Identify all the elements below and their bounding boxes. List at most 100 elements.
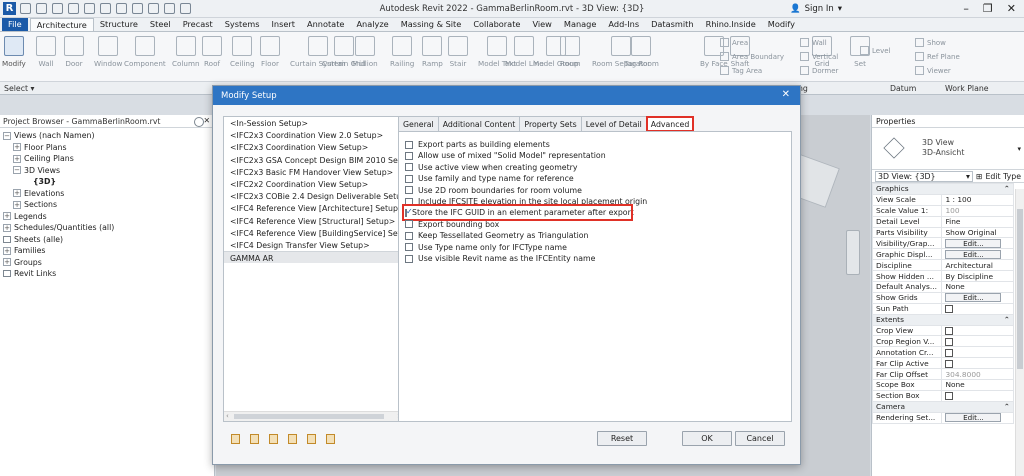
ref-plane-small-button[interactable]: Ref Plane [915,52,960,61]
text-icon[interactable] [132,3,143,14]
export-setup-icon[interactable] [326,434,335,444]
tab-file[interactable]: File [2,18,28,31]
floor-button[interactable]: Floor [260,36,280,68]
tab-precast[interactable]: Precast [177,18,219,31]
switch-windows-icon[interactable] [180,3,191,14]
setup-item[interactable]: GAMMA AR [224,251,402,264]
ramp-button[interactable]: Ramp [422,36,443,68]
collapse-icon[interactable]: − [3,131,11,140]
tab-structure[interactable]: Structure [94,18,144,31]
tab-architecture[interactable]: Architecture [29,18,94,31]
cancel-button[interactable]: Cancel [735,431,785,446]
area-small-button[interactable]: Area [720,38,748,47]
tab-systems[interactable]: Systems [219,18,266,31]
tree-item-families[interactable]: + Families [0,245,214,257]
modify-button[interactable]: Modify [2,36,26,68]
revit-logo-icon[interactable]: R [3,2,16,15]
minimize-icon[interactable]: – [963,2,969,15]
property-row-show-hidden[interactable]: Show Hidden ... By Discipline [871,270,1014,283]
print-icon[interactable] [100,3,111,14]
show-small-button[interactable]: Show [915,38,946,47]
tree-item-legends[interactable]: + Legends [0,211,214,223]
property-value[interactable]: 1 : 100 [941,193,1014,206]
option-checkbox[interactable] [405,220,413,229]
property-group-label[interactable]: Camera ⌃ [872,400,1014,413]
reset-button[interactable]: Reset [597,431,647,446]
setup-item[interactable]: <IFC2x3 GSA Concept Design BIM 2010 Setu… [224,154,402,166]
property-row-parts-visibility[interactable]: Parts Visibility Show Original [871,226,1014,239]
edit-button[interactable]: Edit... [945,293,1002,303]
component-button[interactable]: Component [124,36,166,68]
undo-icon[interactable] [68,3,79,14]
option-use-visible-revit-name-as-the-ifcentity-[interactable]: Use visible Revit name as the IFCEntity … [405,253,595,264]
vertical-small-button[interactable]: Vertical [800,52,838,61]
sign-in-button[interactable]: 👤 Sign In ▾ [790,4,842,14]
tree-item-sections[interactable]: + Sections [0,199,214,211]
tab-analyze[interactable]: Analyze [350,18,394,31]
collapse-icon[interactable]: ⌃ [1004,402,1010,411]
property-row-default-analys[interactable]: Default Analys... None [871,281,1014,293]
tree-item-revit-links[interactable]: Revit Links [0,268,214,280]
property-value[interactable] [941,335,1014,348]
option-store-the-ifc-guid-in-an-element-paramet[interactable]: Store the IFC GUID in an element paramet… [402,204,634,222]
setup-item[interactable]: <IFC2x3 Basic FM Handover View Setup> [224,166,402,178]
checkbox[interactable] [945,359,954,368]
property-value[interactable]: 304.8000 [941,368,1014,381]
property-value[interactable] [941,324,1014,337]
property-value[interactable]: 100 [941,204,1014,217]
measure-icon[interactable] [116,3,127,14]
option-checkbox[interactable] [405,243,413,252]
property-value[interactable]: Edit... [941,237,1014,250]
property-row-visibility-grap[interactable]: Visibility/Grap... Edit... [871,237,1014,250]
setup-item[interactable]: <IFC4 Reference View [Structural] Setup> [224,215,402,227]
wall-button[interactable]: Wall [36,36,56,68]
expand-icon[interactable]: + [3,246,11,255]
scroll-left-icon[interactable]: ‹ [226,412,229,420]
option-checkbox[interactable] [405,231,413,240]
tree-item-views-nach-namen[interactable]: − Views (nach Namen) [0,130,214,142]
tree-item-groups[interactable]: + Groups [0,257,214,269]
property-value[interactable] [941,389,1014,402]
property-row-crop-region-v[interactable]: Crop Region V... [871,335,1014,348]
tab-general[interactable]: General [398,116,439,131]
expand-icon[interactable]: + [13,200,21,209]
setup-item[interactable]: <IFC2x3 Coordination View 2.0 Setup> [224,129,402,141]
property-row-scope-box[interactable]: Scope Box None [871,379,1014,391]
property-row-section-box[interactable]: Section Box [871,389,1014,402]
option-checkbox[interactable] [405,140,413,149]
expand-icon[interactable]: + [3,223,11,232]
tab-property-sets[interactable]: Property Sets [519,116,582,131]
property-value[interactable] [941,357,1014,370]
property-row-view-scale[interactable]: View Scale 1 : 100 [871,193,1014,206]
select-panel-label[interactable]: Select ▾ [4,84,34,93]
option-keep-tessellated-geometry-as-triangulati[interactable]: Keep Tessellated Geometry as Triangulati… [405,230,588,241]
property-value[interactable] [941,346,1014,359]
expand-icon[interactable]: + [13,154,21,163]
instance-selector[interactable]: 3D View: {3D} ▾ [875,170,973,182]
window-button[interactable]: Window [94,36,122,68]
viewer-small-button[interactable]: Viewer [915,66,951,75]
railing-button[interactable]: Railing [390,36,414,68]
option-checkbox[interactable] [405,254,413,263]
setup-item[interactable]: <IFC2x2 Coordination View Setup> [224,178,402,190]
tab-add-ins[interactable]: Add-Ins [602,18,645,31]
checkbox[interactable] [945,327,954,335]
collapse-icon[interactable]: ⌃ [1004,184,1010,193]
property-row-far-clip-offset[interactable]: Far Clip Offset 304.8000 [871,368,1014,381]
tab-collaborate[interactable]: Collaborate [467,18,526,31]
tree-item-3d-views[interactable]: −3D Views [0,165,214,177]
property-row-scale-value-1[interactable]: Scale Value 1: 100 [871,204,1014,217]
tag-area-small-button[interactable]: Tag Area [720,66,762,75]
level-small-button[interactable]: Level [860,46,890,55]
roof-button[interactable]: Roof [202,36,222,68]
expand-icon[interactable]: + [3,258,11,267]
tab-view[interactable]: View [526,18,557,31]
setup-list-scrollbar[interactable]: ‹ › [224,411,402,421]
tab-advanced[interactable]: Advanced [645,116,695,132]
sync-icon[interactable] [52,3,63,14]
property-row-rendering-set[interactable]: Rendering Set... Edit... [871,411,1014,424]
redo-icon[interactable] [84,3,95,14]
checkbox[interactable] [945,305,954,314]
edit-button[interactable]: Edit... [945,238,1002,248]
tree-item-elevations[interactable]: + Elevations [0,188,214,200]
